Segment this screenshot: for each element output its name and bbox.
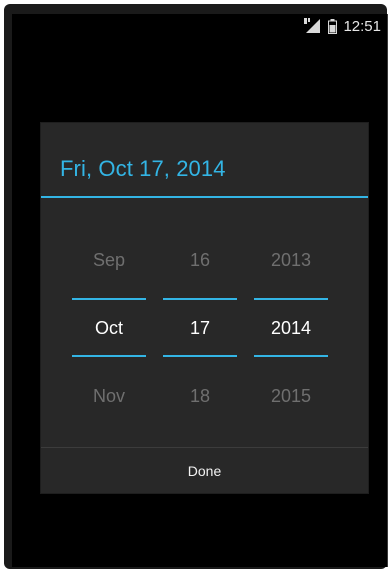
- device-frame: 12:51 Fri, Oct 17, 2014 Sep Oct Nov 16 1…: [4, 4, 388, 569]
- month-picker[interactable]: Sep Oct Nov: [72, 198, 146, 438]
- year-next[interactable]: 2015: [254, 386, 328, 407]
- day-next[interactable]: 18: [163, 386, 237, 407]
- date-picker-dialog: Fri, Oct 17, 2014 Sep Oct Nov 16 17 18 2…: [41, 123, 368, 493]
- done-button[interactable]: Done: [41, 448, 368, 493]
- month-next[interactable]: Nov: [72, 386, 146, 407]
- year-picker[interactable]: 2013 2014 2015: [254, 198, 328, 438]
- year-current[interactable]: 2014: [254, 318, 328, 339]
- month-prev[interactable]: Sep: [72, 250, 146, 271]
- day-prev[interactable]: 16: [163, 250, 237, 271]
- year-selection-top-line: [254, 298, 328, 300]
- year-selection-bottom-line: [254, 355, 328, 357]
- dialog-title: Fri, Oct 17, 2014: [60, 156, 226, 181]
- year-prev[interactable]: 2013: [254, 250, 328, 271]
- day-selection-bottom-line: [163, 355, 237, 357]
- day-selection-top-line: [163, 298, 237, 300]
- battery-icon: [328, 18, 338, 34]
- month-selection-bottom-line: [72, 355, 146, 357]
- day-picker[interactable]: 16 17 18: [163, 198, 237, 438]
- month-selection-top-line: [72, 298, 146, 300]
- status-time: 12:51: [343, 17, 381, 35]
- signal-icon: [304, 18, 322, 34]
- month-current[interactable]: Oct: [72, 318, 146, 339]
- status-bar: 12:51: [304, 14, 387, 38]
- phone-screen: 12:51 Fri, Oct 17, 2014 Sep Oct Nov 16 1…: [12, 14, 388, 567]
- day-current[interactable]: 17: [163, 318, 237, 339]
